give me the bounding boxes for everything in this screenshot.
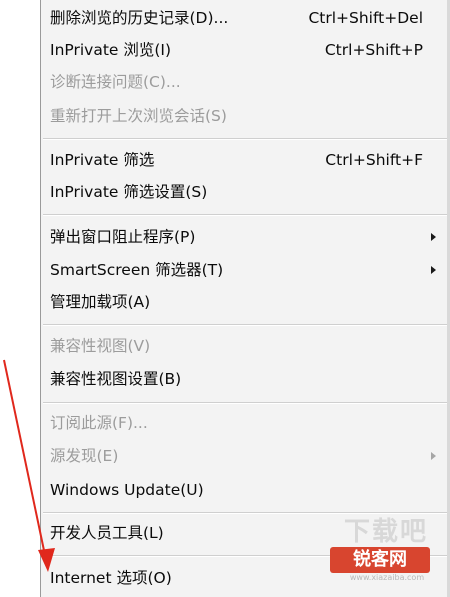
menu-item-feed-discovery: 源发现(E) xyxy=(41,441,450,471)
menu-item-compatibility-view-settings[interactable]: 兼容性视图设置(B) xyxy=(41,364,450,394)
menu-item-shortcut: Ctrl+Shift+P xyxy=(324,41,423,59)
menu-item-popup-blocker[interactable]: 弹出窗口阻止程序(P) xyxy=(41,222,450,252)
menu-separator xyxy=(43,138,448,140)
tools-context-menu: 删除浏览的历史记录(D)... Ctrl+Shift+Del InPrivate… xyxy=(40,0,450,597)
menu-item-windows-update[interactable]: Windows Update(U) xyxy=(41,475,450,505)
site-watermark: 下载吧 锐客网 www.xiazaiba.com xyxy=(322,517,440,583)
menu-item-shortcut: Ctrl+Shift+Del xyxy=(308,9,423,27)
menu-item-subscribe-feed: 订阅此源(F)... xyxy=(41,408,450,438)
menu-item-inprivate-browsing[interactable]: InPrivate 浏览(I) Ctrl+Shift+P xyxy=(41,35,450,65)
menu-item-manage-addons[interactable]: 管理加载项(A) xyxy=(41,287,450,317)
menu-item-inprivate-filtering-settings[interactable]: InPrivate 筛选设置(S) xyxy=(41,177,450,207)
menu-item-reopen-last-session: 重新打开上次浏览会话(S) xyxy=(41,101,450,131)
menu-item-compatibility-view: 兼容性视图(V) xyxy=(41,331,450,361)
menu-separator xyxy=(43,512,448,514)
watermark-url: www.xiazaiba.com xyxy=(349,573,425,582)
menu-separator xyxy=(43,214,448,216)
submenu-arrow-icon xyxy=(431,452,436,460)
submenu-arrow-icon xyxy=(431,233,436,241)
watermark-top-text: 下载吧 xyxy=(344,517,429,547)
watermark-logo-text: 锐客网 xyxy=(330,547,430,573)
submenu-arrow-icon xyxy=(431,266,436,274)
menu-separator xyxy=(43,324,448,326)
menu-item-smartscreen-filter[interactable]: SmartScreen 筛选器(T) xyxy=(41,255,450,285)
menu-item-delete-browsing-history[interactable]: 删除浏览的历史记录(D)... Ctrl+Shift+Del xyxy=(41,3,450,33)
menu-separator xyxy=(43,402,448,404)
menu-item-diagnose-connection: 诊断连接问题(C)... xyxy=(41,67,450,97)
red-arrow-annotation xyxy=(3,359,55,572)
menu-item-shortcut: Ctrl+Shift+F xyxy=(325,151,423,169)
menu-item-inprivate-filtering[interactable]: InPrivate 筛选 Ctrl+Shift+F xyxy=(41,145,450,175)
